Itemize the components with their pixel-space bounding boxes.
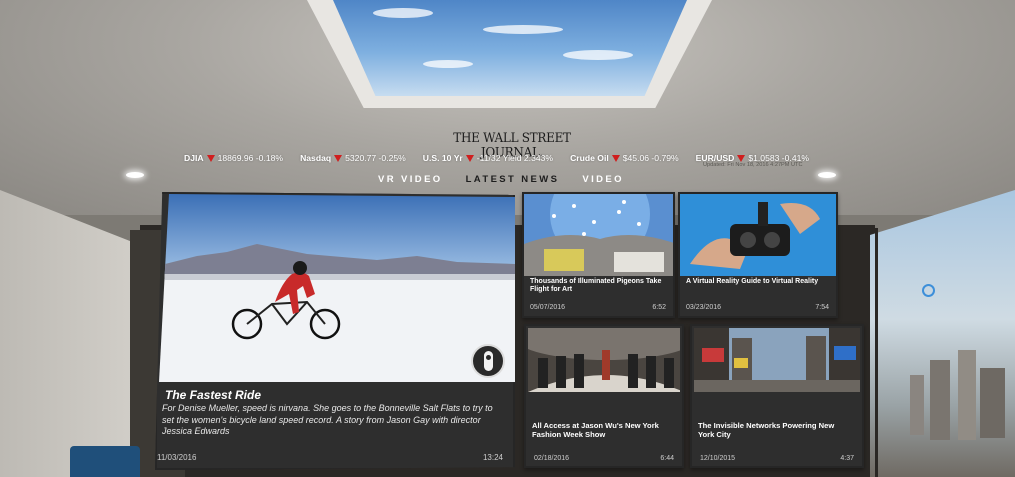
down-arrow-icon: [206, 154, 215, 162]
video-card-pigeons[interactable]: Thousands of Illuminated Pigeons Take Fl…: [522, 192, 675, 318]
video-thumbnail[interactable]: [680, 194, 836, 276]
down-arrow-icon: [334, 154, 343, 162]
ticker-value: 18869.96 -0.18%: [217, 153, 284, 163]
featured-duration: 13:24: [482, 453, 503, 462]
ticker-item-10yr: U.S. 10 Yr -11/32 Yield 2.343%: [423, 151, 553, 165]
ceiling-light: [126, 172, 144, 178]
featured-thumbnail[interactable]: [159, 194, 515, 382]
video-thumbnail[interactable]: [524, 194, 673, 276]
video-duration: 4:37: [840, 455, 854, 462]
video-title[interactable]: Thousands of Illuminated Pigeons Take Fl…: [530, 278, 670, 294]
featured-description: For Denise Mueller, speed is nirvana. Sh…: [162, 403, 493, 437]
gaze-cursor: [922, 284, 935, 297]
video-date: 03/23/2016: [686, 304, 722, 311]
window-frame: [875, 228, 878, 477]
video-card-invisible-networks[interactable]: The Invisible Networks Powering New York…: [690, 324, 864, 468]
pigeons-360-image: [524, 194, 673, 276]
tab-vr-video[interactable]: VR VIDEO: [378, 172, 443, 187]
ticker-value: $45.06 -0.79%: [622, 153, 679, 163]
ceiling-light: [818, 172, 836, 178]
salt-flats-cyclist-image: [159, 194, 515, 382]
video-card-vr-guide[interactable]: A Virtual Reality Guide to Virtual Reali…: [678, 192, 838, 318]
video-duration: 6:52: [652, 304, 666, 311]
video-title[interactable]: The Invisible Networks Powering New York…: [698, 421, 848, 439]
featured-date: 11/03/2016: [157, 453, 197, 462]
video-card-fashion-week[interactable]: All Access at Jason Wu's New York Fashio…: [524, 324, 684, 468]
featured-title[interactable]: The Fastest Ride: [165, 388, 261, 403]
video-title[interactable]: All Access at Jason Wu's New York Fashio…: [532, 421, 682, 439]
ticker-item-nasdaq: Nasdaq 5320.77 -0.25%: [300, 151, 406, 165]
video-duration: 7:54: [815, 304, 829, 311]
video-date: 12/10/2015: [700, 455, 736, 462]
featured-video-card[interactable]: The Fastest Ride For Denise Mueller, spe…: [155, 192, 515, 470]
down-arrow-icon: [611, 154, 620, 162]
ticker-item-djia: DJIA 18869.96 -0.18%: [184, 151, 283, 165]
video-title[interactable]: A Virtual Reality Guide to Virtual Reali…: [686, 278, 826, 286]
ticker-name: Nasdaq: [300, 153, 332, 163]
ticker-item-crude-oil: Crude Oil $45.06 -0.79%: [570, 151, 679, 165]
video-thumbnail[interactable]: [528, 328, 680, 392]
down-arrow-icon: [737, 154, 746, 162]
vr-badge[interactable]: [471, 344, 505, 378]
vr-controller-icon: [483, 351, 493, 371]
ticker-updated-time: Updated: Fri Nov 18, 2016 4:27PM UTC: [703, 162, 803, 168]
video-thumbnail[interactable]: [694, 328, 860, 392]
down-arrow-icon: [465, 154, 474, 162]
fashion-show-image: [528, 328, 680, 392]
video-date: 05/07/2016: [530, 304, 566, 311]
section-tabs: VR VIDEO LATEST NEWS VIDEO: [378, 172, 624, 187]
city-window: [870, 190, 1015, 477]
video-date: 02/18/2016: [534, 455, 570, 462]
vr-headset-image: [680, 194, 836, 276]
skylight-sky: [333, 0, 687, 96]
ticker-name: DJIA: [184, 153, 204, 163]
video-duration: 6:44: [660, 455, 674, 462]
chair: [70, 446, 140, 477]
ticker-name: Crude Oil: [570, 153, 609, 163]
tab-video[interactable]: VIDEO: [582, 172, 624, 187]
left-wall: [0, 190, 140, 477]
tab-latest-news[interactable]: LATEST NEWS: [466, 172, 560, 187]
ticker-value: 5320.77 -0.25%: [345, 153, 406, 163]
ticker-value: -11/32 Yield 2.343%: [476, 153, 554, 163]
ticker-name: U.S. 10 Yr: [422, 153, 463, 163]
times-square-image: [694, 328, 860, 392]
